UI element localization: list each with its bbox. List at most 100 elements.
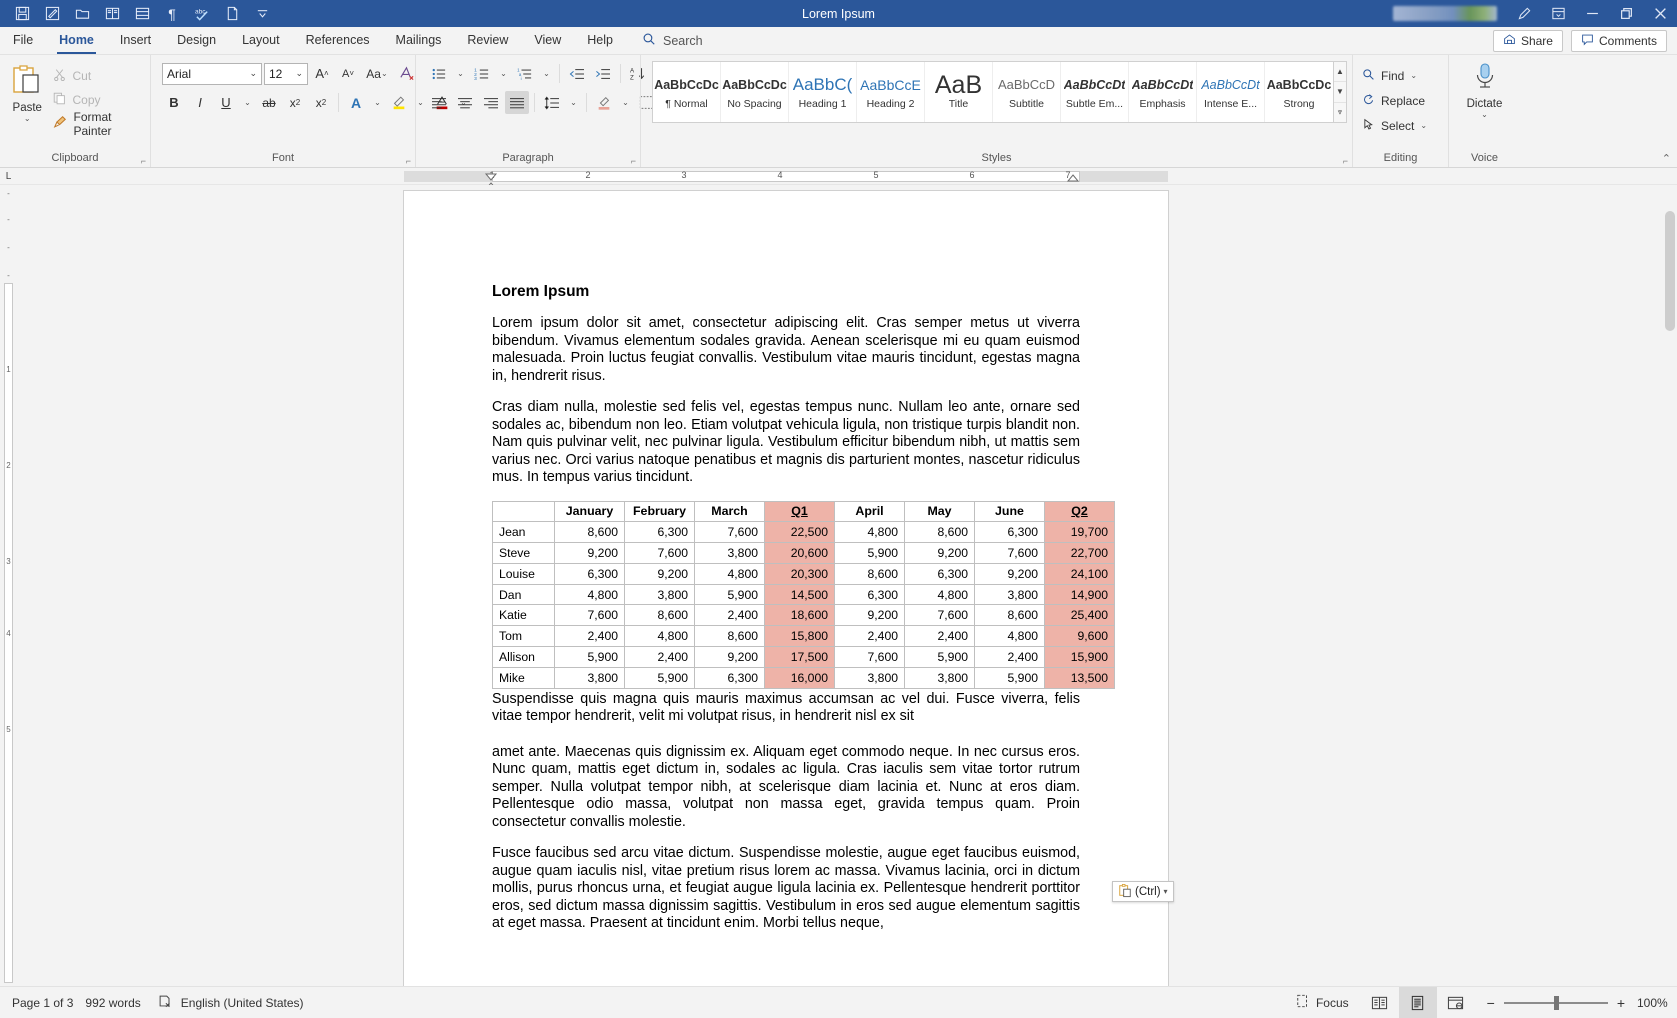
document-body[interactable]: Lorem Ipsum Lorem ipsum dolor sit amet, … — [404, 191, 1168, 933]
select-button[interactable]: Select ⌄ — [1358, 115, 1431, 136]
numbering-button[interactable]: 1 2 3 — [470, 62, 494, 85]
multilevel-caret-icon[interactable]: ⌄ — [539, 62, 554, 85]
find-button[interactable]: Find ⌄ — [1358, 65, 1421, 86]
zoom-thumb[interactable] — [1554, 996, 1559, 1010]
new-document-icon[interactable] — [218, 3, 246, 25]
table-row[interactable]: Katie 7,600 8,600 2,400 18,600 9,200 7,6… — [493, 605, 1115, 626]
collapse-ribbon-icon[interactable]: ⌃ — [1662, 152, 1671, 165]
zoom-track[interactable] — [1504, 1002, 1608, 1004]
style-heading-2[interactable]: AaBbCcE Heading 2 — [857, 62, 925, 122]
vertical-ruler[interactable]: - - - - 1 2 3 4 5 — [0, 185, 17, 986]
styles-dialog-launcher[interactable]: ⌐ — [1343, 156, 1348, 166]
style-heading-1[interactable]: AaBbC( Heading 1 — [789, 62, 857, 122]
horizontal-ruler[interactable]: L 1 2 3 4 5 6 7 — [0, 168, 1677, 185]
decrease-indent-button[interactable] — [565, 62, 589, 85]
paragraph-dialog-launcher[interactable]: ⌐ — [631, 156, 636, 166]
paste-dropdown-caret-icon[interactable]: ⌄ — [24, 114, 31, 123]
table-row[interactable]: Mike 3,800 5,900 6,300 16,000 3,800 3,80… — [493, 667, 1115, 688]
vertical-scrollbar[interactable] — [1663, 185, 1677, 986]
multilevel-list-button[interactable]: 1 a i — [513, 62, 537, 85]
table-row[interactable]: Tom 2,400 4,800 8,600 15,800 2,400 2,400… — [493, 626, 1115, 647]
zoom-in-button[interactable]: + — [1617, 995, 1625, 1011]
style-no-spacing[interactable]: AaBbCcDc No Spacing — [721, 62, 789, 122]
pen-icon[interactable] — [1507, 0, 1541, 27]
print-layout-view-button[interactable] — [1399, 987, 1437, 1018]
open-folder-icon[interactable] — [68, 3, 96, 25]
increase-indent-button[interactable] — [591, 62, 615, 85]
tab-review[interactable]: Review — [454, 27, 521, 54]
style-intense-emphasis[interactable]: AaBbCcDt Intense E... — [1197, 62, 1265, 122]
bullets-caret-icon[interactable]: ⌄ — [453, 62, 468, 85]
style-emphasis[interactable]: AaBbCcDt Emphasis — [1129, 62, 1197, 122]
show-formatting-marks-icon[interactable]: ¶ — [158, 3, 186, 25]
tab-mailings[interactable]: Mailings — [383, 27, 455, 54]
superscript-button[interactable]: x2 — [309, 91, 333, 114]
style-subtle-emphasis[interactable]: AaBbCcDt Subtle Em... — [1061, 62, 1129, 122]
numbering-caret-icon[interactable]: ⌄ — [496, 62, 511, 85]
zoom-slider[interactable]: − + — [1475, 995, 1637, 1011]
text-highlight-color-button[interactable] — [387, 91, 411, 114]
table-row[interactable]: Jean 8,600 6,300 7,600 22,500 4,800 8,60… — [493, 522, 1115, 543]
styles-gallery-scroll[interactable]: ▲ ▼ ⩔ — [1334, 61, 1347, 123]
replace-button[interactable]: Replace — [1358, 90, 1429, 111]
tab-references[interactable]: References — [293, 27, 383, 54]
find-caret-icon[interactable]: ⌄ — [1410, 71, 1417, 80]
font-dialog-launcher[interactable]: ⌐ — [406, 156, 411, 166]
word-count[interactable]: 992 words — [85, 987, 152, 1018]
dictate-button[interactable]: Dictate ⌄ — [1460, 59, 1510, 119]
style-normal[interactable]: AaBbCcDc ¶ Normal — [653, 62, 721, 122]
minimize-button[interactable] — [1575, 0, 1609, 27]
styles-more-icon[interactable]: ⩔ — [1334, 103, 1346, 122]
select-caret-icon[interactable]: ⌄ — [1420, 121, 1427, 130]
search-input[interactable]: Search — [642, 27, 703, 54]
zoom-level-label[interactable]: 100% — [1637, 996, 1677, 1010]
styles-scroll-down-icon[interactable]: ▼ — [1334, 82, 1346, 102]
line-spacing-caret-icon[interactable]: ⌄ — [566, 91, 581, 114]
restore-button[interactable] — [1609, 0, 1643, 27]
share-button[interactable]: Share — [1493, 30, 1563, 52]
italic-button[interactable]: I — [188, 91, 212, 114]
style-title[interactable]: AaB Title — [925, 62, 993, 122]
tab-stop-selector[interactable]: L — [0, 168, 17, 185]
language-indicator[interactable]: English (United States) — [177, 987, 316, 1018]
shrink-font-icon[interactable]: A˅ — [336, 62, 360, 85]
text-effects-button[interactable]: A — [344, 91, 368, 114]
autosave-icon[interactable] — [38, 3, 66, 25]
bold-button[interactable]: B — [162, 91, 186, 114]
web-layout-view-button[interactable] — [1437, 987, 1475, 1018]
tab-file[interactable]: File — [0, 27, 46, 54]
copy-button[interactable]: Copy — [49, 89, 145, 110]
align-right-button[interactable] — [479, 91, 503, 114]
bullets-button[interactable] — [427, 62, 451, 85]
styles-scroll-up-icon[interactable]: ▲ — [1334, 62, 1346, 82]
align-center-button[interactable] — [453, 91, 477, 114]
justify-button[interactable] — [505, 91, 529, 114]
font-name-combo[interactable]: Arial ⌄ — [162, 63, 262, 85]
underline-button[interactable]: U — [214, 91, 238, 114]
tab-home[interactable]: Home — [46, 27, 107, 54]
tab-view[interactable]: View — [521, 27, 574, 54]
table-row[interactable]: Allison 5,900 2,400 9,200 17,500 7,600 5… — [493, 647, 1115, 668]
format-painter-button[interactable]: Format Painter — [49, 113, 145, 134]
scrollbar-thumb[interactable] — [1665, 211, 1675, 331]
proofing-status[interactable] — [153, 987, 177, 1018]
underline-caret-icon[interactable]: ⌄ — [240, 91, 255, 114]
grow-font-icon[interactable]: A˄ — [310, 62, 334, 85]
tab-layout[interactable]: Layout — [229, 27, 293, 54]
cut-button[interactable]: Cut — [49, 65, 145, 86]
paste-options-button[interactable]: (Ctrl) ▾ — [1112, 881, 1174, 902]
shading-button[interactable] — [592, 91, 616, 114]
table-row[interactable]: Steve 9,200 7,600 3,800 20,600 5,900 9,2… — [493, 543, 1115, 564]
subscript-button[interactable]: x2 — [283, 91, 307, 114]
table-row[interactable]: Dan 4,800 3,800 5,900 14,500 6,300 4,800… — [493, 584, 1115, 605]
tab-help[interactable]: Help — [574, 27, 626, 54]
paste-button[interactable]: Paste ⌄ — [5, 59, 49, 123]
ribbon-display-options-icon[interactable] — [1541, 0, 1575, 27]
save-icon[interactable] — [8, 3, 36, 25]
tab-design[interactable]: Design — [164, 27, 229, 54]
comments-button[interactable]: Comments — [1571, 30, 1667, 52]
customize-qat-icon[interactable] — [248, 3, 276, 25]
page-indicator[interactable]: Page 1 of 3 — [0, 987, 85, 1018]
shading-caret-icon[interactable]: ⌄ — [618, 91, 633, 114]
paste-options-caret-icon[interactable]: ▾ — [1164, 887, 1168, 896]
